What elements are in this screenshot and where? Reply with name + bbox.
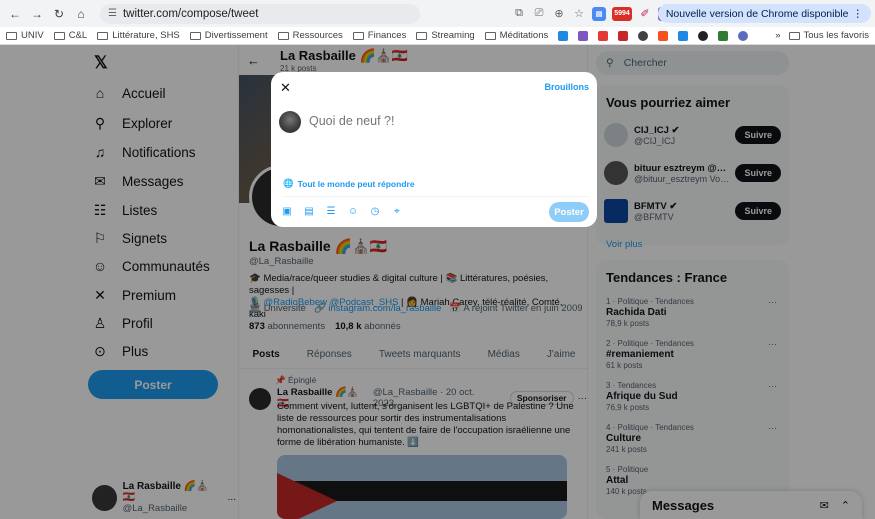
bookmark-folder[interactable]: Streaming xyxy=(416,30,475,41)
bookmark-site-icon[interactable] xyxy=(558,30,569,41)
reply-setting-button[interactable]: 🌐 Tout le monde peut répondre xyxy=(283,178,415,189)
bookmarks-bar: UNIV C&L Littérature, SHS Divertissement… xyxy=(0,27,875,45)
bookmark-label: Tous les favoris xyxy=(803,30,869,41)
bookmark-folder[interactable]: UNIV xyxy=(6,30,44,41)
folder-icon xyxy=(788,31,800,40)
bookmark-label: Divertissement xyxy=(204,30,268,41)
bookmark-folder[interactable]: Finances xyxy=(352,30,407,41)
folder-icon xyxy=(97,31,109,40)
bookmark-site-icon[interactable] xyxy=(618,30,629,41)
back-arrow-icon[interactable]: ← xyxy=(6,5,24,23)
bookmark-folder[interactable]: Méditations xyxy=(484,30,549,41)
poll-icon[interactable]: ☰ xyxy=(325,205,337,217)
address-bar[interactable]: ☰ twitter.com/compose/tweet xyxy=(100,3,420,24)
bookmark-folder[interactable]: Littérature, SHS xyxy=(97,30,180,41)
avatar xyxy=(279,111,301,133)
extension-feather-icon[interactable]: ✐ xyxy=(638,7,652,21)
bookmark-label: Méditations xyxy=(499,30,549,41)
bookmark-label: C&L xyxy=(68,30,88,41)
emoji-icon[interactable]: ☺ xyxy=(347,205,359,217)
divider xyxy=(283,196,588,197)
close-icon[interactable]: ✕ xyxy=(280,80,291,96)
bookmark-site-icon[interactable] xyxy=(738,30,749,41)
star-icon[interactable]: ☆ xyxy=(572,7,586,21)
browser-toolbar: ← → ↻ ⌂ ☰ twitter.com/compose/tweet ⧉ ⎚ … xyxy=(0,0,875,27)
folder-icon xyxy=(352,31,364,40)
folder-icon xyxy=(484,31,496,40)
cast-icon[interactable]: ⎚ xyxy=(532,7,546,21)
compose-input[interactable] xyxy=(309,114,579,128)
folder-icon xyxy=(53,31,65,40)
bookmark-label: Ressources xyxy=(292,30,343,41)
compose-modal: ✕ Brouillons 🌐 Tout le monde peut répond… xyxy=(271,72,597,227)
home-icon[interactable]: ⌂ xyxy=(72,5,90,23)
chrome-update-button[interactable]: Nouvelle version de Chrome disponible ⋮ xyxy=(657,4,871,23)
schedule-icon[interactable]: ◷ xyxy=(369,205,381,217)
extension-doc-icon[interactable]: ▤ xyxy=(592,6,606,21)
bookmark-site-icon[interactable] xyxy=(678,30,689,41)
bookmark-site-icon[interactable] xyxy=(698,30,709,41)
bookmark-label: Streaming xyxy=(431,30,475,41)
reply-setting-label: Tout le monde peut répondre xyxy=(297,178,415,189)
folder-icon xyxy=(277,31,289,40)
location-icon[interactable]: ⌖ xyxy=(391,205,403,217)
globe-icon: 🌐 xyxy=(283,178,294,188)
folder-icon xyxy=(416,31,428,40)
bookmark-site-icon[interactable] xyxy=(578,30,589,41)
bookmark-site-icon[interactable] xyxy=(718,30,729,41)
drafts-button[interactable]: Brouillons xyxy=(545,82,590,92)
open-in-app-icon[interactable]: ⧉ xyxy=(512,7,526,21)
menu-dots-icon: ⋮ xyxy=(852,7,864,20)
bookmark-folder[interactable]: C&L xyxy=(53,30,88,41)
bookmark-site-icon[interactable] xyxy=(658,30,669,41)
folder-icon xyxy=(6,31,17,40)
extension-badge-icon[interactable]: 5994 xyxy=(612,6,632,21)
image-icon[interactable]: ▣ xyxy=(281,205,293,217)
compose-toolbar: ▣ ▤ ☰ ☺ ◷ ⌖ xyxy=(281,205,403,217)
gif-icon[interactable]: ▤ xyxy=(303,205,315,217)
bookmark-folder[interactable]: Divertissement xyxy=(189,30,268,41)
bookmark-label: Finances xyxy=(367,30,407,41)
reload-icon[interactable]: ↻ xyxy=(50,5,68,23)
url-text: twitter.com/compose/tweet xyxy=(122,7,259,20)
post-submit-button[interactable]: Poster xyxy=(549,202,589,222)
bookmark-folder[interactable]: Ressources xyxy=(277,30,343,41)
bookmark-site-icon[interactable] xyxy=(638,30,649,41)
update-label: Nouvelle version de Chrome disponible xyxy=(665,7,849,20)
folder-icon xyxy=(189,31,201,40)
bookmark-site-icon[interactable] xyxy=(598,30,609,41)
zoom-icon[interactable]: ⊕ xyxy=(552,7,566,21)
all-bookmarks-folder[interactable]: Tous les favoris xyxy=(788,30,869,41)
bookmarks-overflow-button[interactable]: » xyxy=(775,30,780,41)
bookmark-label: UNIV xyxy=(21,30,44,41)
forward-arrow-icon[interactable]: → xyxy=(28,5,46,23)
bookmark-label: Littérature, SHS xyxy=(112,30,180,41)
site-info-icon[interactable]: ☰ xyxy=(108,8,117,19)
